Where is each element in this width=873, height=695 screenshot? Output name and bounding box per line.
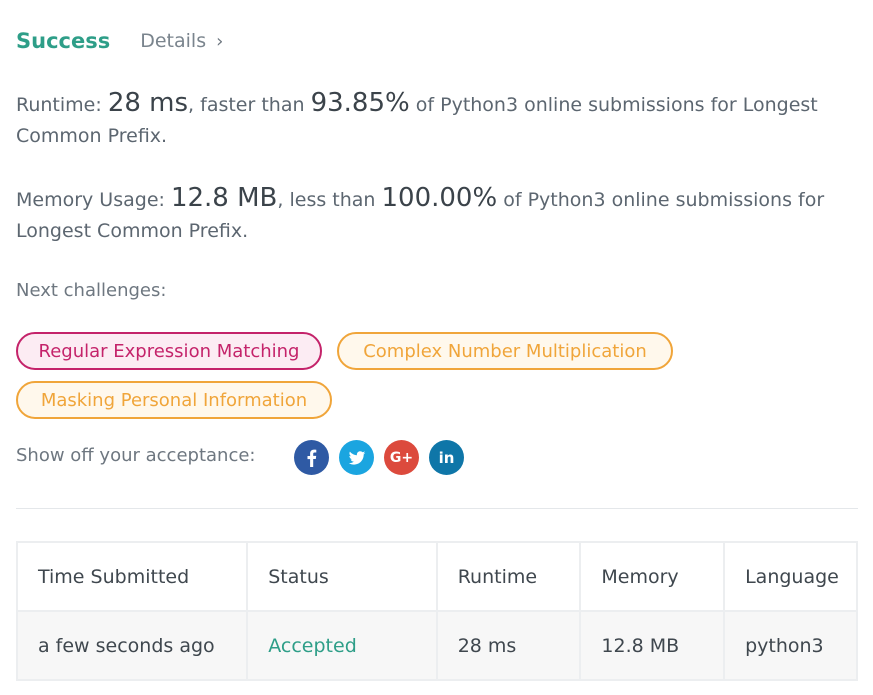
cell-language: python3 (723, 610, 858, 681)
table-header-row: Time Submitted Status Runtime Memory Lan… (15, 541, 858, 612)
table-row: a few seconds ago Accepted 28 ms 12.8 MB… (15, 610, 858, 681)
divider (16, 508, 858, 509)
memory-percent: 100.00% (381, 183, 498, 213)
share-label: Show off your acceptance: (16, 445, 256, 466)
result-status: Success (16, 29, 111, 53)
header-status: Status (246, 541, 438, 612)
facebook-icon[interactable] (294, 440, 329, 475)
challenge-complex-number-multiplication[interactable]: Complex Number Multiplication (337, 332, 673, 370)
header-language: Language (723, 541, 858, 612)
runtime-comparison: , faster than (188, 94, 311, 116)
cell-time-submitted: a few seconds ago (15, 610, 249, 681)
submissions-table: Time Submitted Status Runtime Memory Lan… (15, 541, 858, 681)
header-runtime: Runtime (435, 541, 582, 612)
runtime-label: Runtime: (16, 94, 108, 116)
next-challenges-label: Next challenges: (16, 280, 167, 301)
runtime-percent: 93.85% (310, 88, 410, 118)
accepted-link[interactable]: Accepted (268, 635, 357, 657)
result-header: Success Details › (16, 26, 223, 56)
memory-label: Memory Usage: (16, 189, 171, 211)
header-memory: Memory (579, 541, 726, 612)
challenge-regular-expression-matching[interactable]: Regular Expression Matching (16, 332, 322, 370)
google-plus-icon[interactable]: G+ (384, 440, 419, 475)
linkedin-icon[interactable]: in (429, 440, 464, 475)
details-link[interactable]: Details › (140, 30, 223, 52)
memory-value: 12.8 MB (170, 183, 278, 213)
chevron-right-icon: › (216, 30, 224, 52)
challenge-masking-personal-information[interactable]: Masking Personal Information (16, 381, 332, 419)
runtime-value: 28 ms (107, 88, 189, 118)
header-time-submitted: Time Submitted (15, 541, 249, 612)
details-label: Details (140, 30, 207, 52)
cell-status: Accepted (246, 610, 438, 681)
cell-runtime: 28 ms (435, 610, 582, 681)
cell-memory: 12.8 MB (579, 610, 726, 681)
memory-comparison: , less than (277, 189, 382, 211)
twitter-icon[interactable] (339, 440, 374, 475)
memory-stat: Memory Usage: 12.8 MB, less than 100.00%… (16, 183, 836, 247)
runtime-stat: Runtime: 28 ms, faster than 93.85% of Py… (16, 88, 836, 152)
